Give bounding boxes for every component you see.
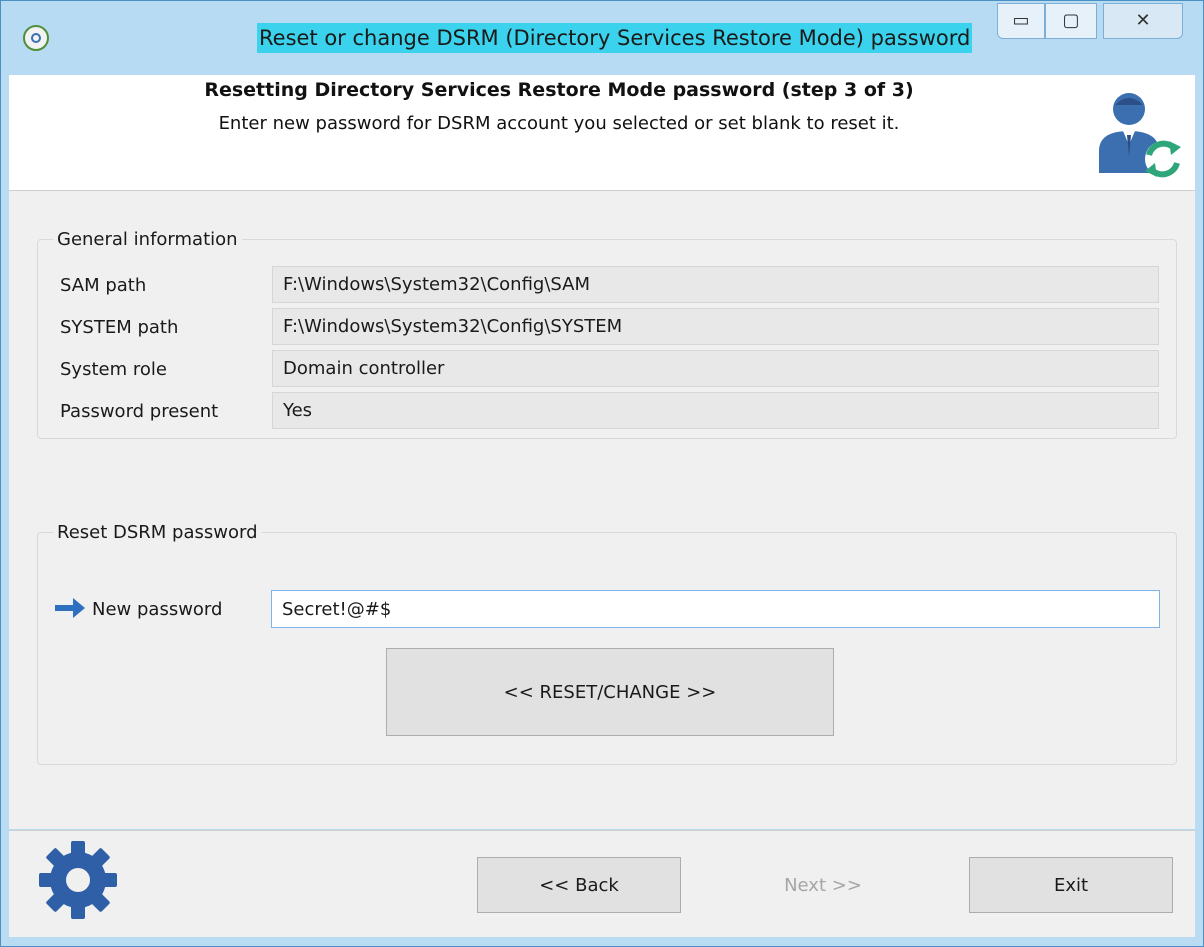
sam-path-label: SAM path [60, 275, 147, 296]
arrow-right-icon [55, 598, 85, 618]
new-password-input[interactable] [271, 590, 1160, 628]
system-role-label: System role [60, 359, 167, 380]
wizard-header: Resetting Directory Services Restore Mod… [9, 75, 1195, 191]
reset-dsrm-password-caption: Reset DSRM password [53, 522, 262, 543]
wizard-footer: << Back Next >> Exit [9, 830, 1195, 937]
gear-icon[interactable] [35, 837, 121, 923]
app-window: Reset or change DSRM (Directory Services… [0, 0, 1204, 947]
back-button[interactable]: << Back [477, 857, 681, 913]
new-password-label: New password [92, 599, 223, 620]
exit-button[interactable]: Exit [969, 857, 1173, 913]
minimize-button[interactable]: ▭ [997, 3, 1045, 39]
system-role-field[interactable]: Domain controller [272, 350, 1159, 387]
system-path-label: SYSTEM path [60, 317, 179, 338]
password-present-field[interactable]: Yes [272, 392, 1159, 429]
sam-path-field[interactable]: F:\Windows\System32\Config\SAM [272, 266, 1159, 303]
wizard-step-subtitle: Enter new password for DSRM account you … [218, 113, 900, 134]
reset-change-button[interactable]: << RESET/CHANGE >> [386, 648, 834, 736]
title-bar[interactable]: Reset or change DSRM (Directory Services… [1, 1, 1203, 75]
wizard-step-title: Resetting Directory Services Restore Mod… [204, 79, 914, 101]
system-path-field[interactable]: F:\Windows\System32\Config\SYSTEM [272, 308, 1159, 345]
next-button[interactable]: Next >> [721, 857, 925, 913]
app-icon[interactable] [23, 25, 49, 51]
wizard-body: General information SAM path F:\Windows\… [9, 191, 1195, 829]
user-refresh-icon [1099, 93, 1181, 178]
window-title: Reset or change DSRM (Directory Services… [257, 23, 973, 53]
general-information-caption: General information [53, 229, 242, 250]
password-present-label: Password present [60, 401, 219, 422]
maximize-button[interactable]: ▢ [1045, 3, 1097, 39]
close-button[interactable]: ✕ [1103, 3, 1183, 39]
